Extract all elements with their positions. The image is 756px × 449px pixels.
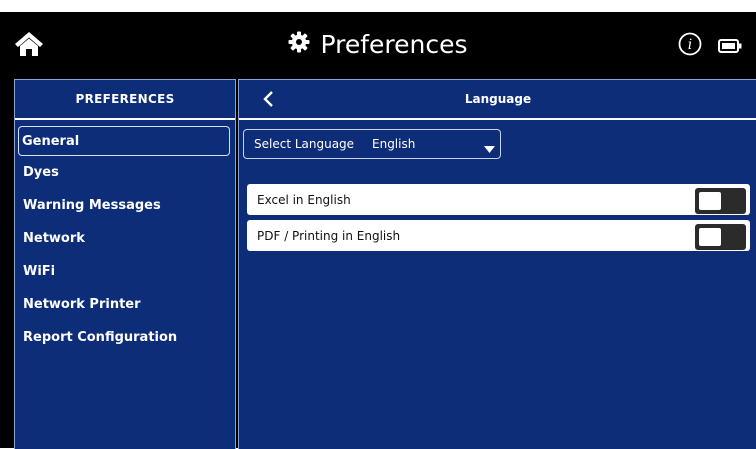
battery-icon bbox=[718, 38, 742, 53]
language-select-label: Select Language bbox=[254, 137, 355, 151]
toggle-row-pdf-english: PDF / Printing in English bbox=[247, 220, 750, 251]
pdf-english-toggle[interactable] bbox=[695, 224, 746, 250]
language-select-value: English bbox=[372, 137, 416, 151]
language-select[interactable]: Select Language English bbox=[243, 129, 501, 159]
info-icon[interactable]: i bbox=[678, 32, 702, 56]
chevron-left-icon[interactable] bbox=[261, 90, 277, 108]
sidebar-item-wifi[interactable]: WiFi bbox=[15, 255, 235, 288]
toggle-knob bbox=[699, 228, 721, 246]
sidebar-menu: General Dyes Warning Messages Network Wi… bbox=[15, 126, 235, 354]
sidebar-title: PREFERENCES bbox=[15, 80, 235, 120]
sidebar-item-network[interactable]: Network bbox=[15, 222, 235, 255]
title-group: Preferences bbox=[0, 12, 756, 76]
content-panel: Language Select Language English Excel i… bbox=[238, 79, 756, 449]
top-bar: Preferences i bbox=[0, 12, 756, 76]
sidebar-item-report-configuration[interactable]: Report Configuration bbox=[15, 321, 235, 354]
content-header: Language bbox=[239, 80, 756, 120]
home-icon[interactable] bbox=[14, 30, 44, 58]
page-title: Preferences bbox=[320, 29, 468, 59]
sidebar-item-network-printer[interactable]: Network Printer bbox=[15, 288, 235, 321]
toggle-label: PDF / Printing in English bbox=[257, 228, 401, 243]
toggle-row-excel-english: Excel in English bbox=[247, 184, 750, 215]
app-screen: Preferences i PREFERENCES General Dyes W… bbox=[0, 12, 756, 449]
section-title: Language bbox=[464, 92, 532, 106]
svg-text:i: i bbox=[688, 37, 692, 53]
sidebar-item-warning-messages[interactable]: Warning Messages bbox=[15, 189, 235, 222]
sidebar-item-dyes[interactable]: Dyes bbox=[15, 156, 235, 189]
excel-english-toggle[interactable] bbox=[695, 188, 746, 214]
sidebar-item-general[interactable]: General bbox=[18, 126, 230, 156]
sidebar: PREFERENCES General Dyes Warning Message… bbox=[14, 79, 236, 449]
toggle-label: Excel in English bbox=[257, 192, 351, 207]
gear-icon bbox=[288, 30, 310, 59]
toggle-knob bbox=[699, 192, 721, 210]
caret-down-icon bbox=[484, 142, 495, 153]
